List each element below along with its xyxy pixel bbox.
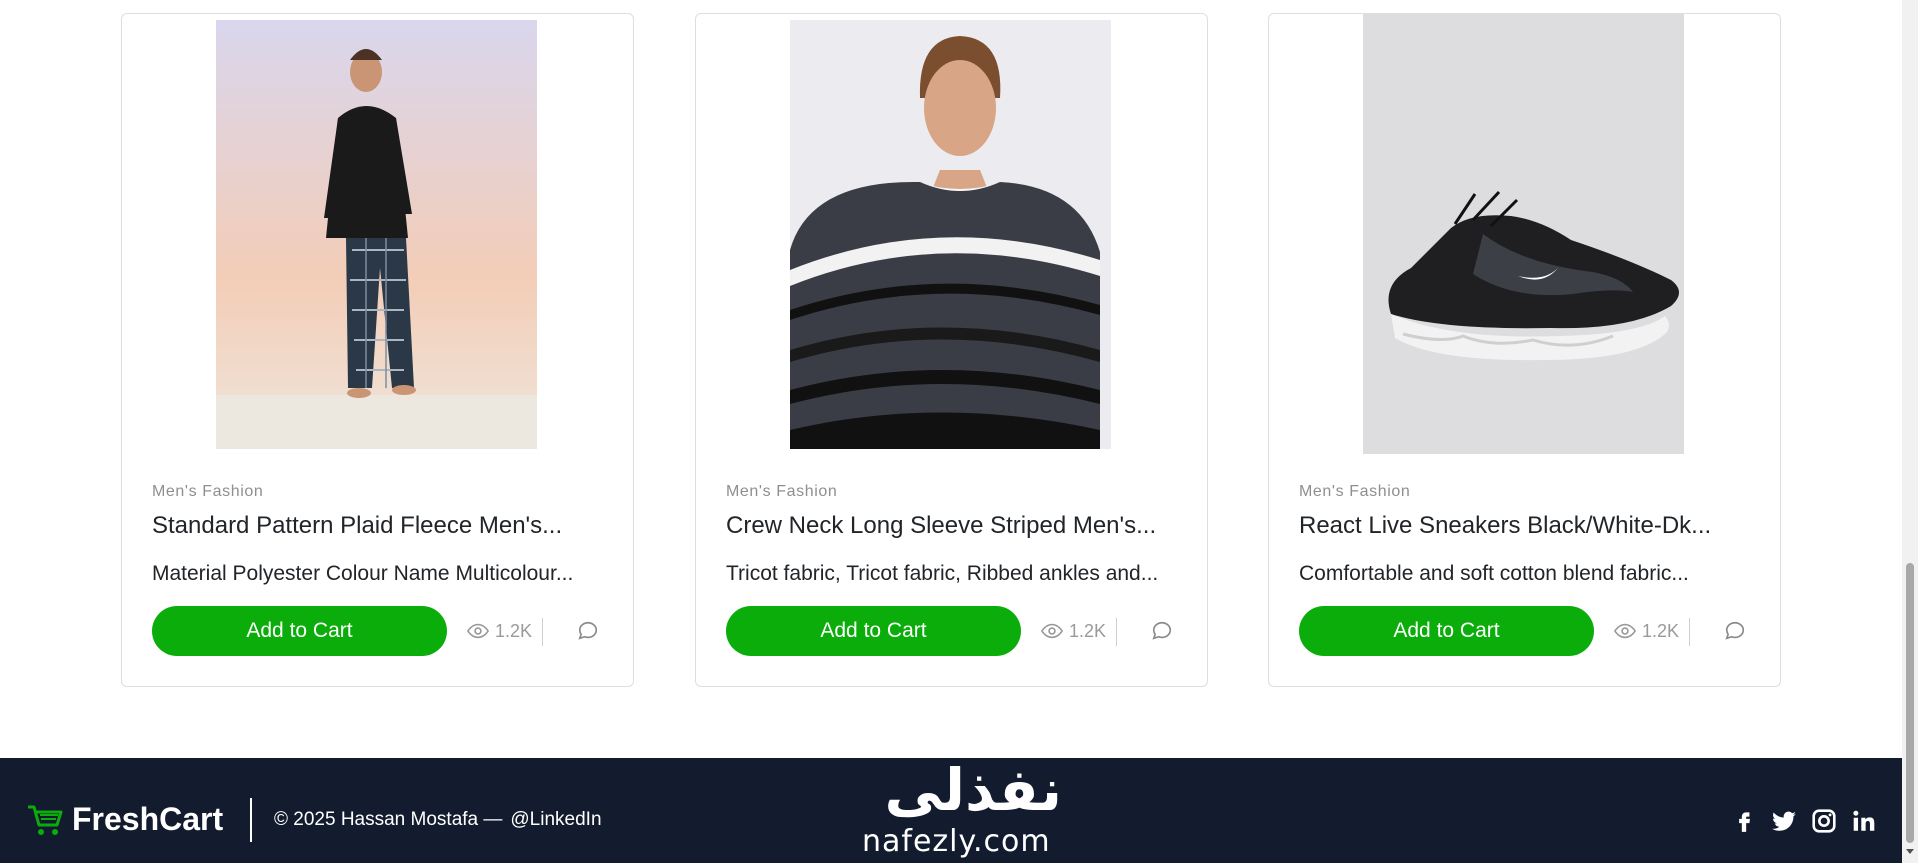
twitter-icon[interactable] — [1771, 808, 1797, 834]
add-to-cart-button[interactable]: Add to Cart — [1299, 606, 1594, 656]
product-category: Men's Fashion — [1299, 483, 1411, 500]
product-description: Tricot fabric, Tricot fabric, Ribbed ank… — [726, 562, 1159, 585]
page: Men's Fashion Standard Pattern Plaid Fle… — [0, 0, 1902, 863]
product-title[interactable]: Crew Neck Long Sleeve Striped Men's... — [726, 512, 1156, 540]
instagram-icon[interactable] — [1811, 808, 1837, 834]
add-to-cart-button[interactable]: Add to Cart — [726, 606, 1021, 656]
watermark: نفذلي nafezly.com — [850, 758, 1070, 863]
linkedin-link[interactable]: @LinkedIn — [510, 809, 601, 830]
brand-logo[interactable]: FreshCart — [26, 801, 223, 838]
comment-icon[interactable] — [1151, 620, 1173, 642]
divider — [1116, 618, 1117, 646]
views-count: 1.2K — [1642, 620, 1680, 641]
product-image[interactable] — [1363, 14, 1684, 454]
copyright-text: © 2025 Hassan Mostafa — — [274, 809, 503, 830]
divider — [542, 618, 543, 646]
scroll-down-arrow[interactable] — [1906, 849, 1914, 854]
add-to-cart-button[interactable]: Add to Cart — [152, 606, 447, 656]
divider — [1689, 618, 1690, 646]
facebook-icon[interactable] — [1731, 808, 1757, 834]
product-card[interactable]: Men's Fashion Crew Neck Long Sleeve Stri… — [695, 13, 1208, 687]
views-count: 1.2K — [1069, 620, 1107, 641]
watermark-arabic: نفذلي — [885, 758, 1062, 818]
views-count: 1.2K — [495, 620, 533, 641]
product-image[interactable] — [216, 20, 537, 449]
product-category: Men's Fashion — [726, 483, 838, 500]
eye-icon — [1041, 623, 1063, 639]
product-title[interactable]: Standard Pattern Plaid Fleece Men's... — [152, 512, 562, 540]
footer-divider — [250, 798, 252, 842]
comment-icon[interactable] — [577, 620, 599, 642]
watermark-arabic-text: نفذلي — [885, 758, 1062, 818]
product-image[interactable] — [790, 20, 1111, 449]
linkedin-icon[interactable] — [1851, 808, 1877, 834]
views-counter: 1.2K — [1614, 619, 1679, 643]
product-card[interactable]: Men's Fashion Standard Pattern Plaid Fle… — [121, 13, 634, 687]
views-counter: 1.2K — [467, 619, 532, 643]
eye-icon — [467, 623, 489, 639]
footer: FreshCart © 2025 Hassan Mostafa — @Linked… — [0, 758, 1902, 863]
copyright: © 2025 Hassan Mostafa — @LinkedIn — [274, 809, 602, 831]
watermark-latin: nafezly.com — [862, 824, 1051, 859]
cart-icon — [28, 805, 63, 835]
product-description: Comfortable and soft cotton blend fabric… — [1299, 562, 1689, 585]
product-description: Material Polyester Colour Name Multicolo… — [152, 562, 574, 585]
page-scrollbar[interactable] — [1902, 0, 1918, 863]
brand-name: FreshCart — [72, 801, 224, 837]
product-category: Men's Fashion — [152, 483, 264, 500]
scrollbar-thumb[interactable] — [1906, 563, 1914, 843]
eye-icon — [1614, 623, 1636, 639]
product-card[interactable]: Men's Fashion React Live Sneakers Black/… — [1268, 13, 1781, 687]
comment-icon[interactable] — [1724, 620, 1746, 642]
product-title[interactable]: React Live Sneakers Black/White-Dk... — [1299, 512, 1711, 540]
views-counter: 1.2K — [1041, 619, 1106, 643]
